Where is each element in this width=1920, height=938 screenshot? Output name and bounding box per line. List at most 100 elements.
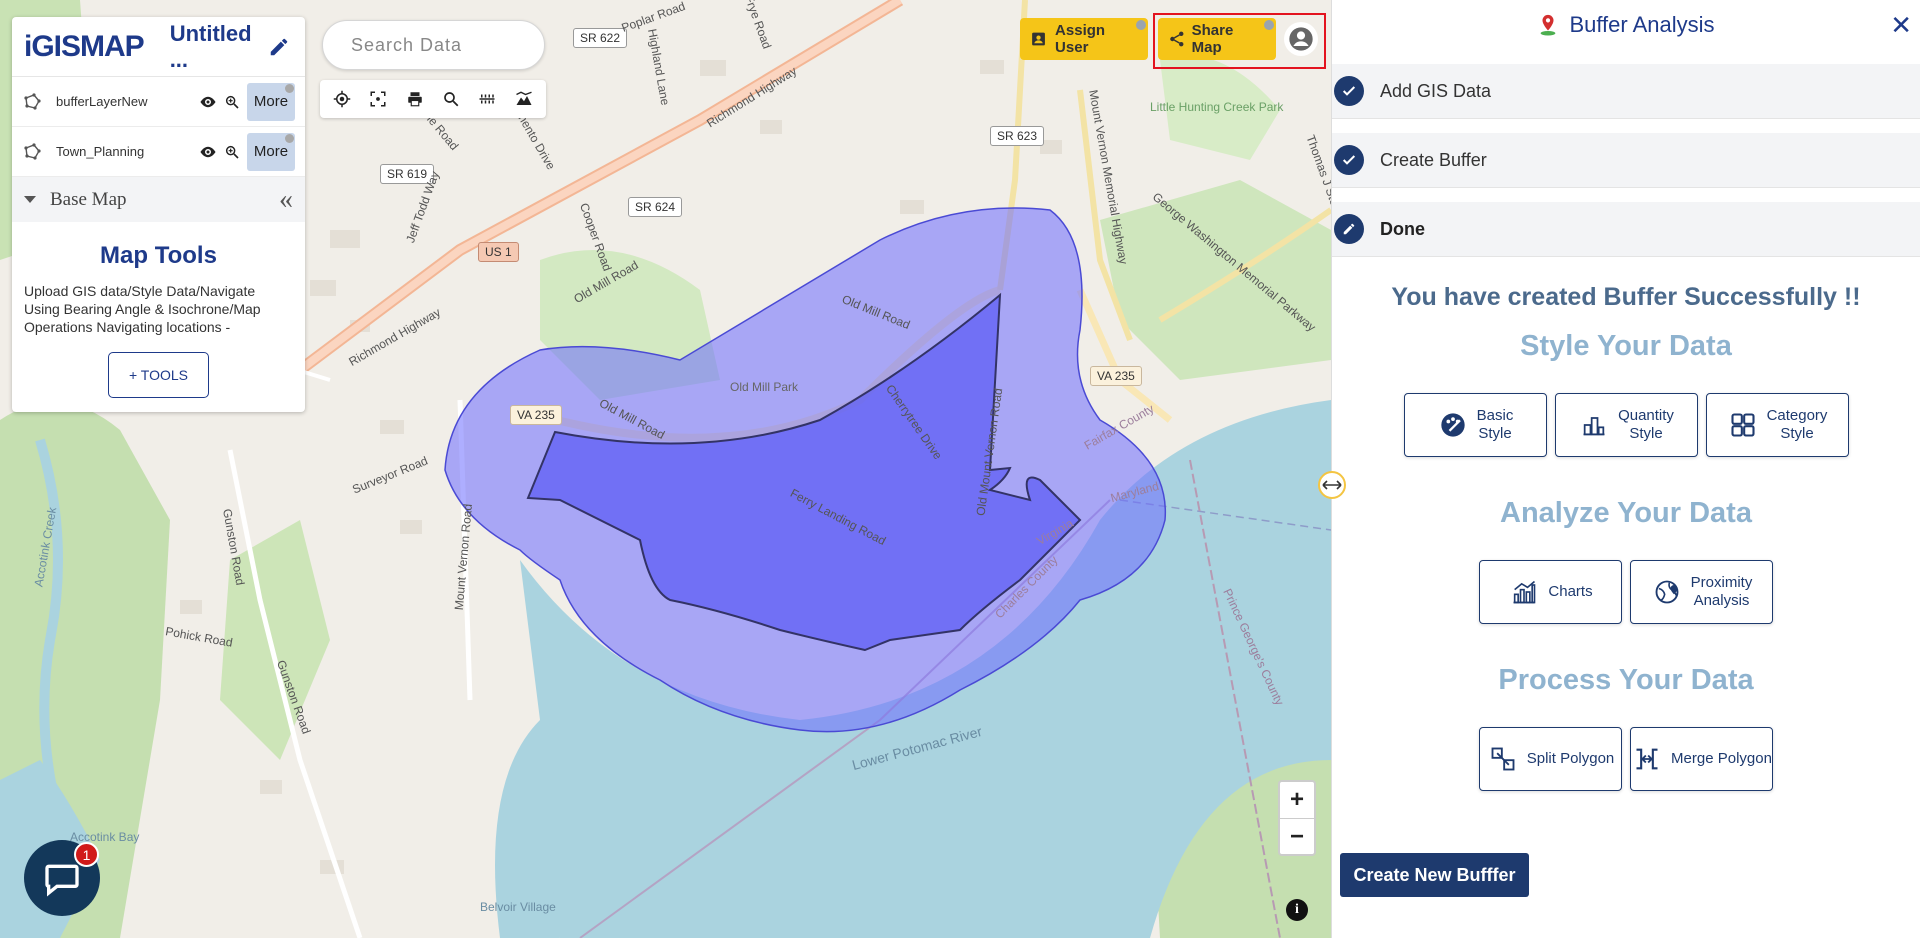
polygon-layer-icon: [24, 92, 41, 110]
layer-name: Town_Planning: [56, 144, 145, 159]
route-shield: VA 235: [1090, 366, 1142, 386]
check-icon: [1334, 145, 1364, 175]
palette-icon: [1437, 409, 1469, 441]
card-label: Charts: [1548, 583, 1593, 600]
zoom-control: + −: [1278, 780, 1316, 856]
buffer-analysis-panel: Buffer Analysis ✕ Add GIS Data Create Bu…: [1331, 0, 1920, 938]
step-label: Create Buffer: [1380, 149, 1487, 170]
ruler-icon: [479, 94, 495, 104]
user-account-button[interactable]: [1284, 22, 1318, 56]
layer-more-button[interactable]: More: [247, 132, 295, 171]
card-label: Quantity Style: [1618, 407, 1674, 442]
grid-icon: [1727, 409, 1759, 441]
route-shield: SR 624: [628, 197, 683, 217]
map-tools-description: Upload GIS data/Style Data/Navigate Usin…: [24, 283, 261, 335]
elevation-button[interactable]: [510, 85, 538, 113]
search-input[interactable]: [351, 34, 583, 56]
road-label: Old Mill Park: [730, 380, 799, 394]
analyze-cards: Charts Proximity Analysis: [1332, 560, 1920, 624]
split-polygon-card[interactable]: Split Polygon: [1479, 727, 1622, 791]
measure-button[interactable]: [473, 85, 501, 113]
layer-item[interactable]: bufferLayerNew More: [12, 77, 305, 127]
zoom-in-button[interactable]: +: [1280, 782, 1314, 818]
style-cards: Basic Style Quantity Style Category Style: [1332, 393, 1920, 457]
layer-item[interactable]: Town_Planning More: [12, 127, 305, 177]
map-tools-title: Map Tools: [100, 242, 217, 269]
layers-panel: iGISMAP Untitled ... bufferLayerNew More…: [12, 17, 305, 412]
resize-arrows-icon: [1322, 480, 1342, 490]
category-style-card[interactable]: Category Style: [1705, 393, 1849, 457]
caret-down-icon: [24, 196, 36, 203]
panel-header: Buffer Analysis ✕: [1332, 0, 1920, 50]
share-map-button[interactable]: Share Map: [1158, 18, 1276, 60]
zoom-out-button[interactable]: −: [1280, 818, 1314, 854]
info-icon[interactable]: i: [1286, 899, 1308, 921]
card-label: Basic Style: [1476, 407, 1514, 442]
check-icon: [1334, 76, 1364, 106]
eye-icon: [200, 146, 216, 157]
zoom-to-layer-button[interactable]: [221, 141, 243, 163]
success-message: You have created Buffer Successfully !!: [1391, 283, 1861, 311]
bars-3d-icon: [1578, 409, 1610, 441]
igismap-logo[interactable]: iGISMAP: [24, 30, 145, 64]
pencil-icon: [270, 38, 288, 55]
app-root: SR 622 SR 619 SR 624 SR 623 US 1 VA 235 …: [0, 0, 1920, 938]
add-tools-button[interactable]: + TOOLS: [107, 352, 209, 398]
route-shield: US 1: [478, 242, 519, 262]
merge-polygon-card[interactable]: Merge Polygon: [1630, 727, 1773, 791]
card-label: Merge Polygon: [1671, 750, 1772, 767]
visibility-toggle[interactable]: [197, 91, 219, 113]
basic-style-card[interactable]: Basic Style: [1403, 393, 1547, 457]
panel-resize-handle[interactable]: [1318, 471, 1346, 499]
close-icon[interactable]: ✕: [1890, 12, 1912, 38]
proximity-analysis-card[interactable]: Proximity Analysis: [1630, 560, 1773, 624]
road-label: Belvoir Village: [480, 900, 556, 914]
merge-icon: [1631, 743, 1663, 775]
print-button[interactable]: [401, 85, 429, 113]
step-create-buffer[interactable]: Create Buffer: [1332, 133, 1920, 188]
create-new-buffer-button[interactable]: Create New Bufffer: [1340, 853, 1529, 897]
process-cards: Split Polygon Merge Polygon: [1332, 727, 1920, 791]
card-label: Proximity Analysis: [1690, 574, 1753, 609]
map-pin-icon: [1541, 14, 1556, 36]
assign-user-button[interactable]: Assign User: [1020, 18, 1148, 60]
quantity-style-card[interactable]: Quantity Style: [1554, 393, 1698, 457]
printer-icon: [408, 92, 422, 107]
zoom-layer-icon: [225, 95, 239, 109]
basemap-toggle[interactable]: Base Map «: [12, 177, 305, 222]
collapse-panel-icon[interactable]: «: [279, 185, 293, 214]
zoom-search-button[interactable]: [437, 85, 465, 113]
user-badge-icon: [1032, 32, 1045, 46]
fullscreen-icon: [370, 91, 386, 107]
globe-pin-icon: [1651, 576, 1683, 608]
chat-bubble-icon: [45, 864, 79, 897]
locate-button[interactable]: [328, 85, 356, 113]
map-tools-box: Map Tools Upload GIS data/Style Data/Nav…: [12, 222, 305, 412]
style-section-title: Style Your Data: [1520, 330, 1732, 362]
step-label: Done: [1380, 218, 1425, 239]
search-box: [322, 20, 583, 70]
zoom-to-layer-button[interactable]: [221, 91, 243, 113]
charts-card[interactable]: Charts: [1479, 560, 1622, 624]
polygon-layer-icon: [24, 142, 41, 160]
fullscreen-button[interactable]: [364, 85, 392, 113]
road-label: Little Hunting Creek Park: [1150, 100, 1284, 114]
map-toolbar: [320, 80, 546, 118]
terrain-icon: [515, 91, 532, 105]
brand-bar: iGISMAP Untitled ...: [12, 17, 305, 77]
chat-notification-badge: 1: [74, 842, 99, 867]
step-add-gis-data[interactable]: Add GIS Data: [1332, 64, 1920, 119]
step-done[interactable]: Done: [1332, 202, 1920, 257]
process-section-title: Process Your Data: [1498, 664, 1754, 696]
panel-title: Buffer Analysis: [1569, 12, 1715, 37]
edit-title-button[interactable]: [265, 33, 293, 61]
visibility-toggle[interactable]: [197, 141, 219, 163]
crosshair-icon: [333, 90, 351, 108]
layer-more-button[interactable]: More: [247, 82, 295, 121]
account-circle-icon: [1289, 27, 1313, 51]
share-map-label: Share Map: [1191, 22, 1234, 56]
road-label: Accotink Bay: [70, 830, 140, 844]
magnifier-icon: [444, 92, 459, 107]
split-icon: [1487, 743, 1519, 775]
zoom-layer-icon: [225, 145, 239, 159]
